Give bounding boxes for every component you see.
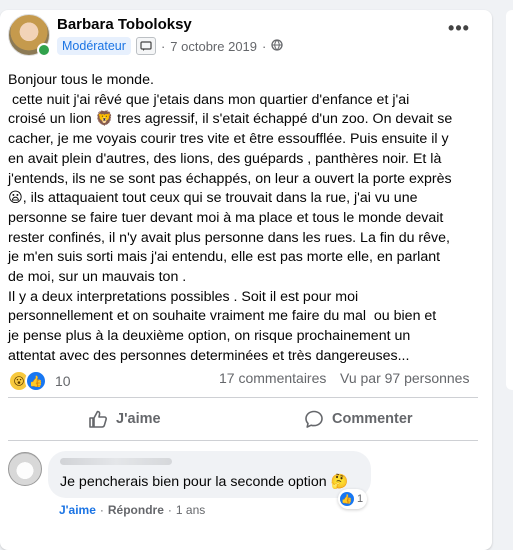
post-text-line: cacher, je me voyais courir tres vite et… xyxy=(8,131,449,148)
comment-reaction-count: 1 xyxy=(357,493,364,505)
meta-separator: · xyxy=(262,38,267,54)
post-header: Barbara Toboloksy Modérateur · 7 octobre… xyxy=(8,14,484,64)
post-stats: 😮 👍 10 17 commentaires Vu par 97 personn… xyxy=(8,370,478,392)
post-text-line: de moi, sur un mauvais ton . xyxy=(8,269,187,286)
comment-separator: · xyxy=(99,503,104,517)
commenter-avatar[interactable] xyxy=(8,452,42,486)
author-name[interactable]: Barbara Toboloksy xyxy=(57,16,192,33)
comment-item: Je pencherais bien pour la seconde optio… xyxy=(8,450,478,530)
post-text-line: rester confinés, il n'y avait plus perso… xyxy=(8,229,450,246)
comment-like-link[interactable]: J'aime xyxy=(59,503,96,517)
like-button-label: J'aime xyxy=(116,411,161,427)
post-meta: Modérateur · 7 octobre 2019 · xyxy=(57,36,284,56)
post-text-line: 😦, ils attaquaient tout ceux qui se trou… xyxy=(8,190,418,207)
commenter-name-redacted[interactable] xyxy=(60,458,172,465)
badge-chat-icon[interactable] xyxy=(135,37,156,55)
post-text-line: je pense plus à la deuxième option, on r… xyxy=(8,328,411,345)
divider xyxy=(8,397,478,398)
post-body: Bonjour tous le monde. cette nuit j'ai r… xyxy=(8,71,478,367)
comments-count-link[interactable]: 17 commentaires xyxy=(219,370,326,386)
comment-reply-link[interactable]: Répondre xyxy=(108,503,164,517)
views-count[interactable]: Vu par 97 personnes xyxy=(340,370,469,386)
comment-button[interactable]: Commenter xyxy=(304,402,413,436)
comment-time[interactable]: 1 ans xyxy=(176,503,205,517)
thumbs-up-icon xyxy=(89,410,108,428)
comment-separator: · xyxy=(167,503,172,517)
side-panel-edge xyxy=(506,10,513,390)
post-text-line: attentat avec des personnes determinées … xyxy=(8,347,410,364)
post-text-line: en avait plein d'autres, des lions, des … xyxy=(8,150,442,167)
more-options-icon[interactable]: ••• xyxy=(448,19,470,42)
divider xyxy=(8,440,478,441)
post-text-line: Bonjour tous le monde. xyxy=(8,72,154,88)
post-text-line: j'entends, ils ne se sont pas échappés, … xyxy=(8,170,452,187)
online-status-dot xyxy=(37,43,51,57)
meta-separator: · xyxy=(160,38,166,54)
comment-reaction-badge[interactable]: 👍 1 xyxy=(338,489,368,509)
comment-button-label: Commenter xyxy=(332,411,413,427)
post-text-line: croisé un lion 🦁 tres agressif, il s'eta… xyxy=(8,111,453,128)
reactions-summary[interactable]: 😮 👍 10 xyxy=(8,370,71,392)
comment-actions: J'aime · Répondre · 1 ans xyxy=(59,503,205,517)
like-reaction-icon: 👍 xyxy=(25,370,47,392)
like-button[interactable]: J'aime xyxy=(88,402,161,436)
post-date[interactable]: 7 octobre 2019 xyxy=(170,39,257,54)
moderator-badge[interactable]: Modérateur xyxy=(57,37,131,55)
speech-bubble-icon xyxy=(305,410,323,428)
comment-text: Je pencherais bien pour la seconde optio… xyxy=(60,474,349,490)
reaction-count: 10 xyxy=(55,373,71,389)
post-text-line: personne se faire tuer devant moi à ma p… xyxy=(8,209,444,226)
post-actions: J'aime Commenter xyxy=(8,400,478,438)
like-reaction-icon: 👍 xyxy=(340,492,354,506)
post-text-line: personnellement et on souhaite vraiment … xyxy=(8,308,437,325)
comment-bubble: Je pencherais bien pour la seconde optio… xyxy=(48,451,371,498)
post-text-line: je m'en suis sorti mais j'ai entendu, el… xyxy=(8,249,441,266)
post-text-line: cette nuit j'ai rêvé que j'etais dans mo… xyxy=(8,91,410,108)
globe-icon xyxy=(271,38,284,54)
post-text-line: Il y a deux interpretations possibles . … xyxy=(8,288,359,305)
